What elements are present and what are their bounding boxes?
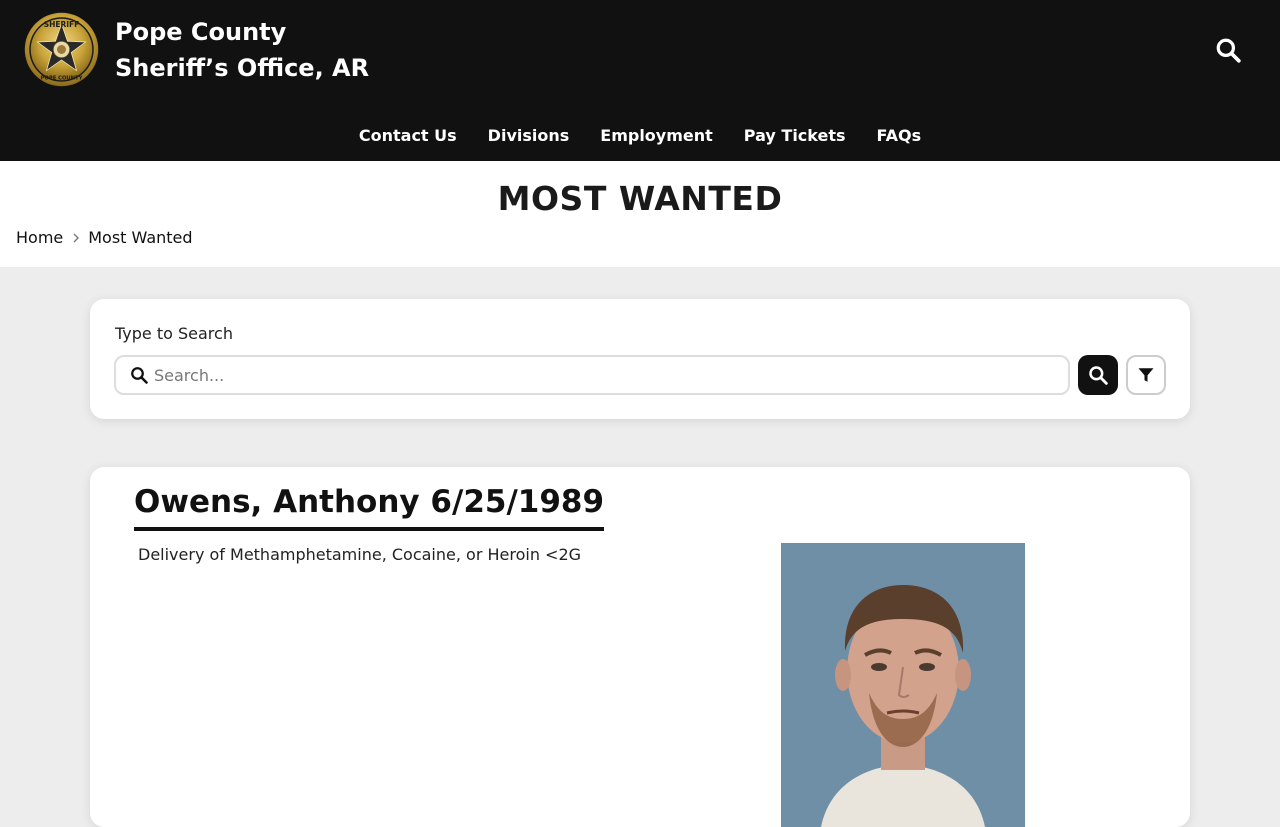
- breadcrumb-current: Most Wanted: [88, 228, 193, 247]
- nav-item-employment[interactable]: Employment: [600, 124, 713, 148]
- main-nav: Contact Us Divisions Employment Pay Tick…: [0, 124, 1280, 148]
- nav-item-divisions[interactable]: Divisions: [488, 124, 570, 148]
- wanted-person-card: Owens, Anthony 6/25/1989 Delivery of Met…: [90, 467, 1190, 827]
- breadcrumb-home[interactable]: Home: [16, 228, 63, 247]
- page-title: MOST WANTED: [497, 179, 783, 218]
- header-search-button[interactable]: [1214, 36, 1242, 64]
- search-icon: [1216, 38, 1241, 63]
- search-panel: Type to Search: [90, 299, 1190, 419]
- search-label: Type to Search: [115, 324, 233, 343]
- person-name[interactable]: Owens, Anthony 6/25/1989: [134, 483, 605, 531]
- search-icon: [130, 366, 148, 388]
- search-submit-button[interactable]: [1078, 355, 1118, 395]
- search-icon: [1089, 366, 1108, 385]
- page-title-bar: MOST WANTED Home Most Wanted: [0, 161, 1280, 267]
- search-input[interactable]: [154, 357, 1054, 393]
- site-title-line2: Sheriff’s Office, AR: [115, 54, 370, 82]
- logo-text-top: SHERIFF: [44, 20, 80, 29]
- person-charge: Delivery of Methamphetamine, Cocaine, or…: [138, 545, 582, 564]
- search-field-wrapper: [114, 355, 1070, 395]
- nav-item-pay-tickets[interactable]: Pay Tickets: [744, 124, 846, 148]
- site-header: SHERIFF POPE COUNTY Pope County Sheriff’…: [0, 0, 1280, 161]
- nav-item-faqs[interactable]: FAQs: [877, 124, 922, 148]
- sheriff-badge-logo[interactable]: SHERIFF POPE COUNTY: [24, 12, 99, 87]
- logo-text-bottom: POPE COUNTY: [41, 76, 83, 82]
- mugshot-photo[interactable]: [781, 543, 1025, 827]
- breadcrumb: Home Most Wanted: [16, 228, 193, 247]
- nav-item-contact-us[interactable]: Contact Us: [359, 124, 457, 148]
- chevron-right-icon: [73, 233, 80, 243]
- site-title-line1: Pope County: [115, 18, 287, 46]
- site-title[interactable]: Pope County Sheriff’s Office, AR: [115, 14, 369, 86]
- filter-button[interactable]: [1126, 355, 1166, 395]
- filter-icon: [1138, 368, 1154, 382]
